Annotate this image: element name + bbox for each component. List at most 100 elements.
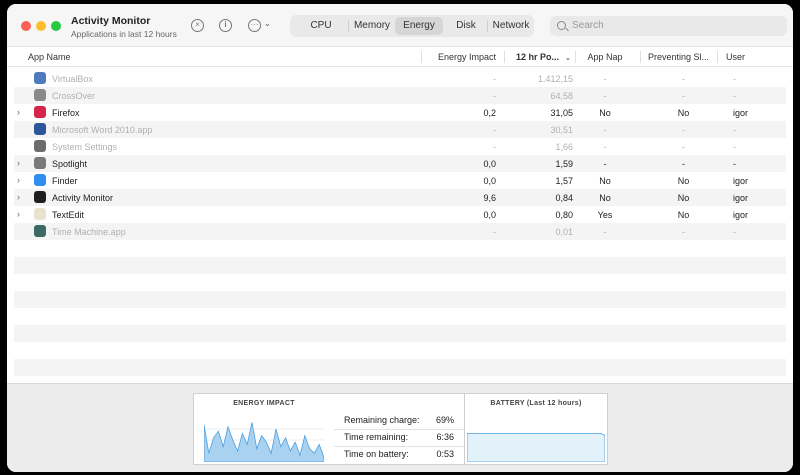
search-input[interactable]: Search xyxy=(550,16,787,36)
toolbar: Activity Monitor Applications in last 12… xyxy=(7,4,793,47)
energy-impact-value: 0,0 xyxy=(483,159,496,169)
energy-impact-value: - xyxy=(493,227,496,237)
twelve-hour-power-value: 0,84 xyxy=(555,193,573,203)
search-icon xyxy=(557,21,566,30)
preventing-sleep-value: - xyxy=(682,142,685,152)
energy-impact-value: 0,0 xyxy=(483,176,496,186)
empty-row xyxy=(14,342,786,359)
stop-process-icon[interactable]: × xyxy=(191,19,204,32)
app-name: Activity Monitor xyxy=(52,193,114,203)
empty-row xyxy=(14,257,786,274)
battery-panel: BATTERY (Last 12 hours) xyxy=(464,393,608,465)
column-header-user[interactable]: User xyxy=(726,52,745,62)
table-row[interactable]: › TextEdit 0,0 0,80 Yes No igor xyxy=(14,206,786,223)
bottom-summary: ENERGY IMPACT Remaining charge: 69% Time… xyxy=(7,383,793,472)
user-value: igor xyxy=(733,210,749,220)
user-value: - xyxy=(733,227,736,237)
close-window-button[interactable] xyxy=(21,21,31,31)
preventing-sleep-value: - xyxy=(682,74,685,84)
app-nap-value: No xyxy=(599,108,611,118)
user-value: igor xyxy=(733,193,749,203)
textedit-icon xyxy=(34,208,46,220)
disclosure-chevron-icon[interactable]: › xyxy=(17,175,20,185)
app-nap-value: - xyxy=(603,74,607,84)
table-row[interactable]: › Activity Monitor 9,6 0,84 No No igor xyxy=(14,189,786,206)
preventing-sleep-value: No xyxy=(677,210,690,220)
user-value: igor xyxy=(733,176,749,186)
table-row[interactable]: System Settings - 1,66 - - - xyxy=(14,138,786,155)
chevron-down-icon[interactable]: ⌄ xyxy=(264,19,271,28)
empty-row xyxy=(14,308,786,325)
app-nap-value: Yes xyxy=(597,210,613,220)
table-header: App Name Energy Impact 12 hr Po... ⌄ App … xyxy=(7,47,793,67)
app-name: Microsoft Word 2010.app xyxy=(52,125,153,135)
table-row[interactable]: Time Machine.app - 0,01 - - - xyxy=(14,223,786,240)
preventing-sleep-value: - xyxy=(682,91,685,101)
app-name: CrossOver xyxy=(52,91,96,101)
energy-impact-area xyxy=(204,422,324,462)
window-subtitle: Applications in last 12 hours xyxy=(71,29,177,39)
preventing-sleep-value: No xyxy=(677,176,690,186)
table-row[interactable]: › Finder 0,0 1,57 No No igor xyxy=(14,172,786,189)
energy-impact-value: - xyxy=(493,91,496,101)
tab-cpu[interactable]: CPU xyxy=(294,15,348,37)
user-value: - xyxy=(733,159,736,169)
tab-bar: CPU Memory Energy Disk Network xyxy=(290,15,534,37)
table-row[interactable]: VirtualBox - 1.412,15 - - - xyxy=(14,70,786,87)
column-header-preventing-sleep[interactable]: Preventing Sl... xyxy=(648,52,709,62)
energy-impact-value: - xyxy=(493,142,496,152)
user-value: - xyxy=(733,125,736,135)
app-name: VirtualBox xyxy=(52,74,93,84)
more-actions-icon[interactable]: ··· xyxy=(248,19,261,32)
tab-network[interactable]: Network xyxy=(488,15,534,37)
twelve-hour-power-value: 1,57 xyxy=(555,176,573,186)
twelve-hour-power-value: 1,59 xyxy=(555,159,573,169)
remaining-charge-label: Remaining charge: xyxy=(344,415,420,425)
energy-impact-panel: ENERGY IMPACT xyxy=(193,393,335,465)
column-header-app-name[interactable]: App Name xyxy=(28,52,71,62)
disclosure-chevron-icon[interactable]: › xyxy=(17,192,20,202)
column-header-energy-impact[interactable]: Energy Impact xyxy=(427,52,496,62)
empty-row xyxy=(14,291,786,308)
column-header-app-nap[interactable]: App Nap xyxy=(577,52,633,62)
empty-row xyxy=(14,325,786,342)
energy-impact-value: - xyxy=(493,74,496,84)
app-name: TextEdit xyxy=(52,210,85,220)
preventing-sleep-value: - xyxy=(682,227,685,237)
table-row[interactable]: › Spotlight 0,0 1,59 - - - xyxy=(14,155,786,172)
app-name: Firefox xyxy=(52,108,80,118)
preventing-sleep-value: No xyxy=(677,193,690,203)
time-on-battery-label: Time on battery: xyxy=(344,449,409,459)
disclosure-chevron-icon[interactable]: › xyxy=(17,107,20,117)
column-header-12hr-power[interactable]: 12 hr Po... ⌄ xyxy=(516,52,571,62)
tab-energy[interactable]: Energy xyxy=(395,17,443,35)
tab-disk[interactable]: Disk xyxy=(445,15,487,37)
info-icon[interactable]: i xyxy=(219,19,232,32)
zoom-window-button[interactable] xyxy=(51,21,61,31)
system-settings-icon xyxy=(34,140,46,152)
table-row[interactable]: Microsoft Word 2010.app - 30,51 - - - xyxy=(14,121,786,138)
time-machine-icon xyxy=(34,225,46,237)
user-value: - xyxy=(733,91,736,101)
twelve-hour-power-value: 0,80 xyxy=(555,210,573,220)
disclosure-chevron-icon[interactable]: › xyxy=(17,209,20,219)
app-nap-value: - xyxy=(603,227,607,237)
empty-row xyxy=(14,274,786,291)
app-nap-value: - xyxy=(603,142,607,152)
finder-icon xyxy=(34,174,46,186)
twelve-hour-power-value: 1.412,15 xyxy=(537,74,573,84)
table-row[interactable]: CrossOver - 64,58 - - - xyxy=(14,87,786,104)
user-value: igor xyxy=(733,108,749,118)
app-nap-value: No xyxy=(599,176,611,186)
remaining-charge-value: 69% xyxy=(435,415,454,425)
empty-row xyxy=(14,359,786,376)
tab-memory[interactable]: Memory xyxy=(349,15,395,37)
user-value: - xyxy=(733,142,736,152)
time-remaining-value: 6:36 xyxy=(436,432,454,442)
disclosure-chevron-icon[interactable]: › xyxy=(17,158,20,168)
minimize-window-button[interactable] xyxy=(36,21,46,31)
table-row[interactable]: › Firefox 0,2 31,05 No No igor xyxy=(14,104,786,121)
time-on-battery-value: 0:53 xyxy=(436,449,454,459)
firefox-icon xyxy=(34,106,46,118)
word-icon xyxy=(34,123,46,135)
